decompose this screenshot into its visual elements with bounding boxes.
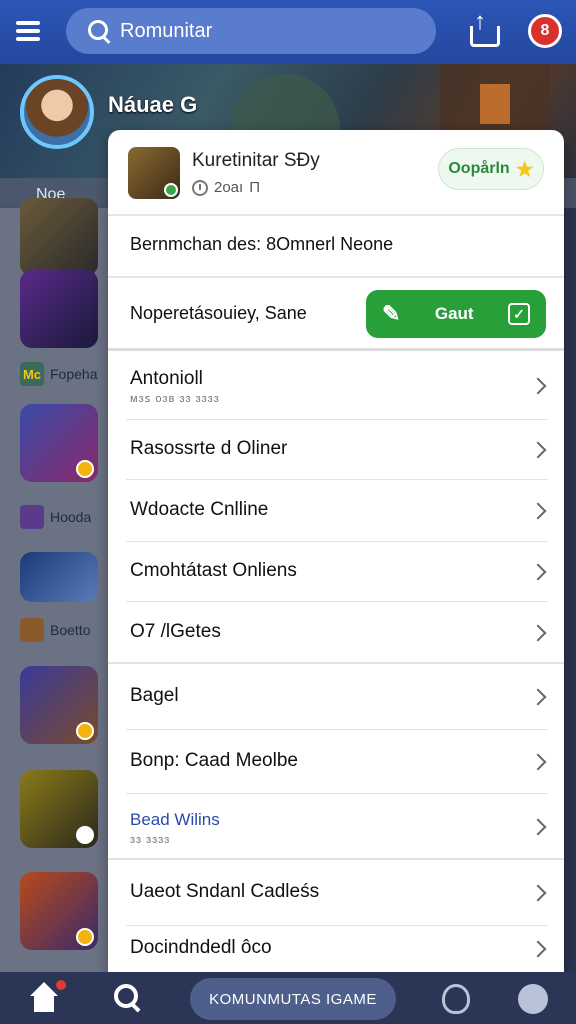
bottom-nav: KOMUNMUTAS IGAME bbox=[0, 972, 576, 1024]
banner-title: Náuae G bbox=[108, 92, 198, 117]
divider bbox=[108, 348, 564, 351]
row-label: Uaeot Sndanl Cadleśs bbox=[130, 881, 320, 902]
share-icon[interactable] bbox=[470, 8, 500, 47]
row-label: Bonp: Caad Meolbe bbox=[130, 750, 298, 771]
app-icon bbox=[128, 147, 180, 199]
community-button[interactable]: KOMUNMUTAS IGAME bbox=[190, 978, 396, 1020]
description: Bernmchan des: 8Omnerl Neone bbox=[130, 234, 394, 254]
open-button[interactable]: Oopårln ★ bbox=[438, 148, 544, 190]
chevron-right-icon bbox=[529, 441, 547, 459]
game-thumbnail[interactable] bbox=[20, 270, 98, 348]
star-icon: ★ bbox=[515, 158, 534, 181]
game-thumbnail[interactable] bbox=[20, 552, 98, 602]
app-meta: 2oaı Π bbox=[192, 179, 260, 196]
chevron-right-icon bbox=[529, 624, 547, 642]
menu-icon[interactable] bbox=[16, 18, 48, 46]
chevron-right-icon bbox=[529, 377, 547, 395]
list-chip[interactable]: Hooda bbox=[20, 503, 91, 531]
game-thumbnail[interactable] bbox=[20, 770, 98, 848]
list-chip[interactable]: Mc Fopeha bbox=[20, 360, 97, 388]
chevron-right-icon bbox=[529, 818, 547, 836]
settings-row[interactable]: Cmohtátast Onliens bbox=[108, 542, 564, 602]
app-name: Kuretinitar SÐy bbox=[192, 150, 320, 171]
settings-row[interactable]: Antonioll ᴍɜꜱ ᴏɜʙ ɜɜ ɜɜɜɜ bbox=[108, 352, 564, 420]
settings-row[interactable]: Bead Wilins ɜɜ ɜɜɜɜ bbox=[108, 794, 564, 860]
settings-row[interactable]: Rasossrte d Oliner bbox=[108, 420, 564, 480]
row-label: Docindndedl ôco bbox=[130, 937, 272, 958]
notification-dot bbox=[56, 980, 66, 990]
chevron-right-icon bbox=[529, 563, 547, 581]
search-icon[interactable] bbox=[114, 984, 142, 1012]
chevron-right-icon bbox=[529, 688, 547, 706]
divider bbox=[108, 214, 564, 216]
clock-icon bbox=[192, 179, 208, 196]
shield-icon[interactable] bbox=[442, 984, 470, 1014]
chevron-right-icon bbox=[529, 753, 547, 771]
row-subtitle: ᴍɜꜱ ᴏɜʙ ɜɜ ɜɜɜɜ bbox=[130, 393, 220, 405]
row-label: Rasossrte d Oliner bbox=[130, 438, 288, 459]
settings-row[interactable]: Wdoacte Cnlline bbox=[108, 480, 564, 542]
chevron-right-icon bbox=[529, 884, 547, 902]
row-label: Wdoacte Cnlline bbox=[130, 499, 269, 520]
avatar[interactable] bbox=[20, 75, 94, 149]
game-thumbnail[interactable] bbox=[20, 666, 98, 744]
get-button[interactable]: ✎ Gaut ✓ bbox=[366, 290, 546, 338]
row-label: Bead Wilins bbox=[130, 810, 220, 829]
search-icon bbox=[86, 18, 112, 44]
search-bar[interactable] bbox=[66, 8, 436, 54]
edit-icon: ✎ bbox=[382, 301, 401, 326]
verified-icon bbox=[164, 183, 178, 197]
app-detail-card: Kuretinitar SÐy 2oaı Π Oopårln ★ Bernmch… bbox=[108, 130, 564, 972]
check-icon: ✓ bbox=[507, 303, 530, 325]
game-thumbnail[interactable] bbox=[20, 872, 98, 950]
row-label: Bagel bbox=[130, 685, 179, 706]
chevron-right-icon bbox=[529, 502, 547, 520]
profile-badge-icon[interactable]: 8 bbox=[528, 14, 562, 48]
row-subtitle: ɜɜ ɜɜɜɜ bbox=[130, 834, 171, 846]
divider bbox=[108, 276, 564, 278]
home-icon[interactable] bbox=[28, 982, 60, 1014]
game-thumbnail[interactable] bbox=[20, 404, 98, 482]
settings-row[interactable]: Uaeot Sndanl Cadleśs bbox=[108, 860, 564, 926]
user-icon[interactable] bbox=[518, 984, 548, 1014]
promo-text: Noperetásouiey, Sane bbox=[130, 303, 307, 323]
row-label: Antonioll bbox=[130, 368, 203, 389]
list-chip[interactable]: Boetto bbox=[20, 616, 90, 644]
settings-row[interactable]: O7 /lGetes bbox=[108, 602, 564, 664]
settings-row[interactable]: Bagel bbox=[108, 664, 564, 730]
row-label: Cmohtátast Onliens bbox=[130, 560, 297, 581]
top-bar: 8 bbox=[0, 0, 576, 64]
game-thumbnail[interactable] bbox=[20, 198, 98, 276]
settings-row[interactable]: Docindndedl ôco bbox=[108, 926, 564, 972]
search-input[interactable] bbox=[120, 19, 420, 43]
game-list: Mc Fopeha Hooda Boetto bbox=[0, 198, 120, 972]
settings-row[interactable]: Bonp: Caad Meolbe bbox=[108, 730, 564, 794]
row-label: O7 /lGetes bbox=[130, 621, 221, 642]
chevron-right-icon bbox=[529, 940, 547, 958]
